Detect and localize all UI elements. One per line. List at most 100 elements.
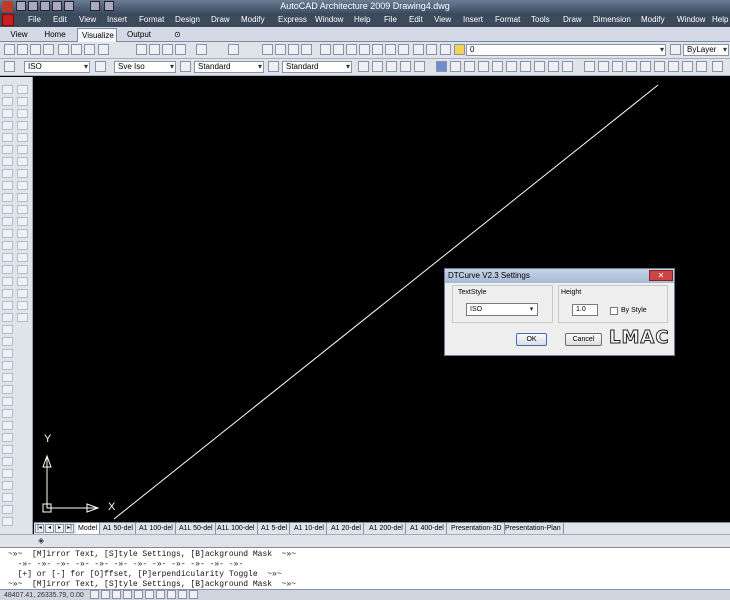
arc-length-icon[interactable]: [386, 61, 397, 72]
ribbon-toggle-icon[interactable]: ⊙: [170, 28, 184, 42]
height-input[interactable]: 1.0: [572, 304, 598, 316]
text-line-icon[interactable]: [562, 61, 573, 72]
ordinate-icon[interactable]: [400, 61, 411, 72]
quickcalc-icon[interactable]: [385, 44, 396, 55]
autocad-logo-icon[interactable]: [2, 14, 14, 26]
spline-tool-icon[interactable]: [2, 169, 13, 178]
menu-help-2[interactable]: Help: [712, 13, 728, 27]
extend-tool-icon[interactable]: [2, 409, 13, 418]
menu-help[interactable]: Help: [354, 13, 370, 27]
mtext-tool-icon[interactable]: [2, 277, 13, 286]
table-tool-icon[interactable]: [2, 265, 13, 274]
make-block-icon[interactable]: [2, 205, 13, 214]
layer-state-icon[interactable]: [426, 44, 437, 55]
linetype-dropdown[interactable]: ByLayer: [683, 44, 729, 56]
snap-tangent-icon[interactable]: [668, 61, 679, 72]
tab-home[interactable]: Home: [40, 28, 70, 42]
sheetset-icon[interactable]: [359, 44, 370, 55]
coordinates-readout[interactable]: 48407.41, 26335.79, 0.00: [4, 590, 84, 600]
text-settings-icon[interactable]: [534, 61, 545, 72]
properties-icon[interactable]: [320, 44, 331, 55]
undo-icon[interactable]: [196, 44, 207, 55]
dim-continue-icon[interactable]: [17, 205, 28, 214]
tab-output[interactable]: Output: [122, 28, 156, 42]
text-align-icon[interactable]: [464, 61, 475, 72]
rotate-tool-icon[interactable]: [2, 361, 13, 370]
tab-model[interactable]: Model: [76, 523, 101, 534]
dim-arc-icon[interactable]: [17, 109, 28, 118]
text-tool-icon[interactable]: [2, 481, 13, 490]
polyline-tool-icon[interactable]: [2, 97, 13, 106]
paste-icon[interactable]: [162, 44, 173, 55]
list-tool-icon[interactable]: [2, 517, 13, 526]
next-tab-icon[interactable]: ▸: [55, 524, 64, 533]
join-tool-icon[interactable]: [2, 433, 13, 442]
snap-node-icon[interactable]: [696, 61, 707, 72]
dtcurve-icon[interactable]: [436, 61, 447, 72]
menu-edit[interactable]: Edit: [53, 13, 67, 27]
help-icon[interactable]: [398, 44, 409, 55]
curve-text-icon[interactable]: [450, 61, 461, 72]
dim-radius-icon[interactable]: [17, 133, 28, 142]
copy-icon[interactable]: [149, 44, 160, 55]
dimstyle-dropdown[interactable]: Sve Iso: [114, 61, 176, 73]
dim-aligned-icon[interactable]: [17, 97, 28, 106]
text-perp-icon[interactable]: [520, 61, 531, 72]
menu-tools[interactable]: Tools: [531, 13, 550, 27]
tab-a1-20-del[interactable]: A1 20-del: [329, 523, 364, 534]
tab-a1l-100-del[interactable]: A1L 100-del: [215, 523, 258, 534]
dim-baseline-icon[interactable]: [17, 193, 28, 202]
menu-design[interactable]: Design: [175, 13, 200, 27]
dim-jogged-icon[interactable]: [17, 145, 28, 154]
fillet-tool-icon[interactable]: [2, 457, 13, 466]
dim-break-icon[interactable]: [17, 229, 28, 238]
snap-midpoint-icon[interactable]: [598, 61, 609, 72]
menu-edit-2[interactable]: Edit: [409, 13, 423, 27]
arc-tool-icon[interactable]: [2, 133, 13, 142]
last-tab-icon[interactable]: ▸|: [65, 524, 74, 533]
mleaderstyle-icon[interactable]: [268, 61, 279, 72]
lwt-toggle-icon[interactable]: [178, 590, 187, 599]
tab-presentation-plan[interactable]: Presentation-Plan: [503, 523, 564, 534]
menu-express[interactable]: Express: [278, 13, 307, 27]
line-tool-icon[interactable]: [2, 85, 13, 94]
chamfer-tool-icon[interactable]: [2, 445, 13, 454]
menu-view[interactable]: View: [79, 13, 96, 27]
snap-center-icon[interactable]: [640, 61, 651, 72]
bystyle-checkbox[interactable]: [610, 307, 618, 315]
erase-tool-icon[interactable]: [2, 289, 13, 298]
ok-button[interactable]: OK: [516, 333, 547, 346]
explode-tool-icon[interactable]: [2, 469, 13, 478]
area-tool-icon[interactable]: [2, 505, 13, 514]
dim-ordinate-icon[interactable]: [17, 121, 28, 130]
qnew-icon[interactable]: [17, 44, 28, 55]
dim-angular-icon[interactable]: [17, 169, 28, 178]
point-tool-icon[interactable]: [2, 217, 13, 226]
qp-toggle-icon[interactable]: [189, 590, 198, 599]
polygon-tool-icon[interactable]: [2, 109, 13, 118]
new-icon[interactable]: [4, 44, 15, 55]
rectangle-tool-icon[interactable]: [2, 121, 13, 130]
tab-a1-10-del[interactable]: A1 10-del: [292, 523, 327, 534]
stretch-tool-icon[interactable]: [2, 385, 13, 394]
horizontal-scrollbar[interactable]: ◈: [0, 534, 730, 547]
menu-format[interactable]: Format: [139, 13, 164, 27]
dim-quick-icon[interactable]: [17, 181, 28, 190]
otrack-toggle-icon[interactable]: [145, 590, 154, 599]
dim-text-edit-icon[interactable]: [17, 301, 28, 310]
layer-manager-icon[interactable]: [413, 44, 424, 55]
tab-presentation-3d[interactable]: Presentation-3D: [449, 523, 505, 534]
scroll-icon[interactable]: ◈: [38, 536, 44, 545]
text-offset-icon[interactable]: [478, 61, 489, 72]
tablestyle-icon[interactable]: [180, 61, 191, 72]
dialog-close-button[interactable]: ✕: [649, 270, 673, 281]
text-mirror-icon[interactable]: [492, 61, 503, 72]
snap-toggle-icon[interactable]: [90, 590, 99, 599]
dimstyle-icon[interactable]: [95, 61, 106, 72]
break-tool-icon[interactable]: [2, 421, 13, 430]
menu-modify[interactable]: Modify: [241, 13, 265, 27]
dim-diameter-icon[interactable]: [17, 157, 28, 166]
polar-toggle-icon[interactable]: [123, 590, 132, 599]
mleaderstyle-dropdown[interactable]: Standard: [282, 61, 352, 73]
tab-view[interactable]: View: [6, 28, 32, 42]
